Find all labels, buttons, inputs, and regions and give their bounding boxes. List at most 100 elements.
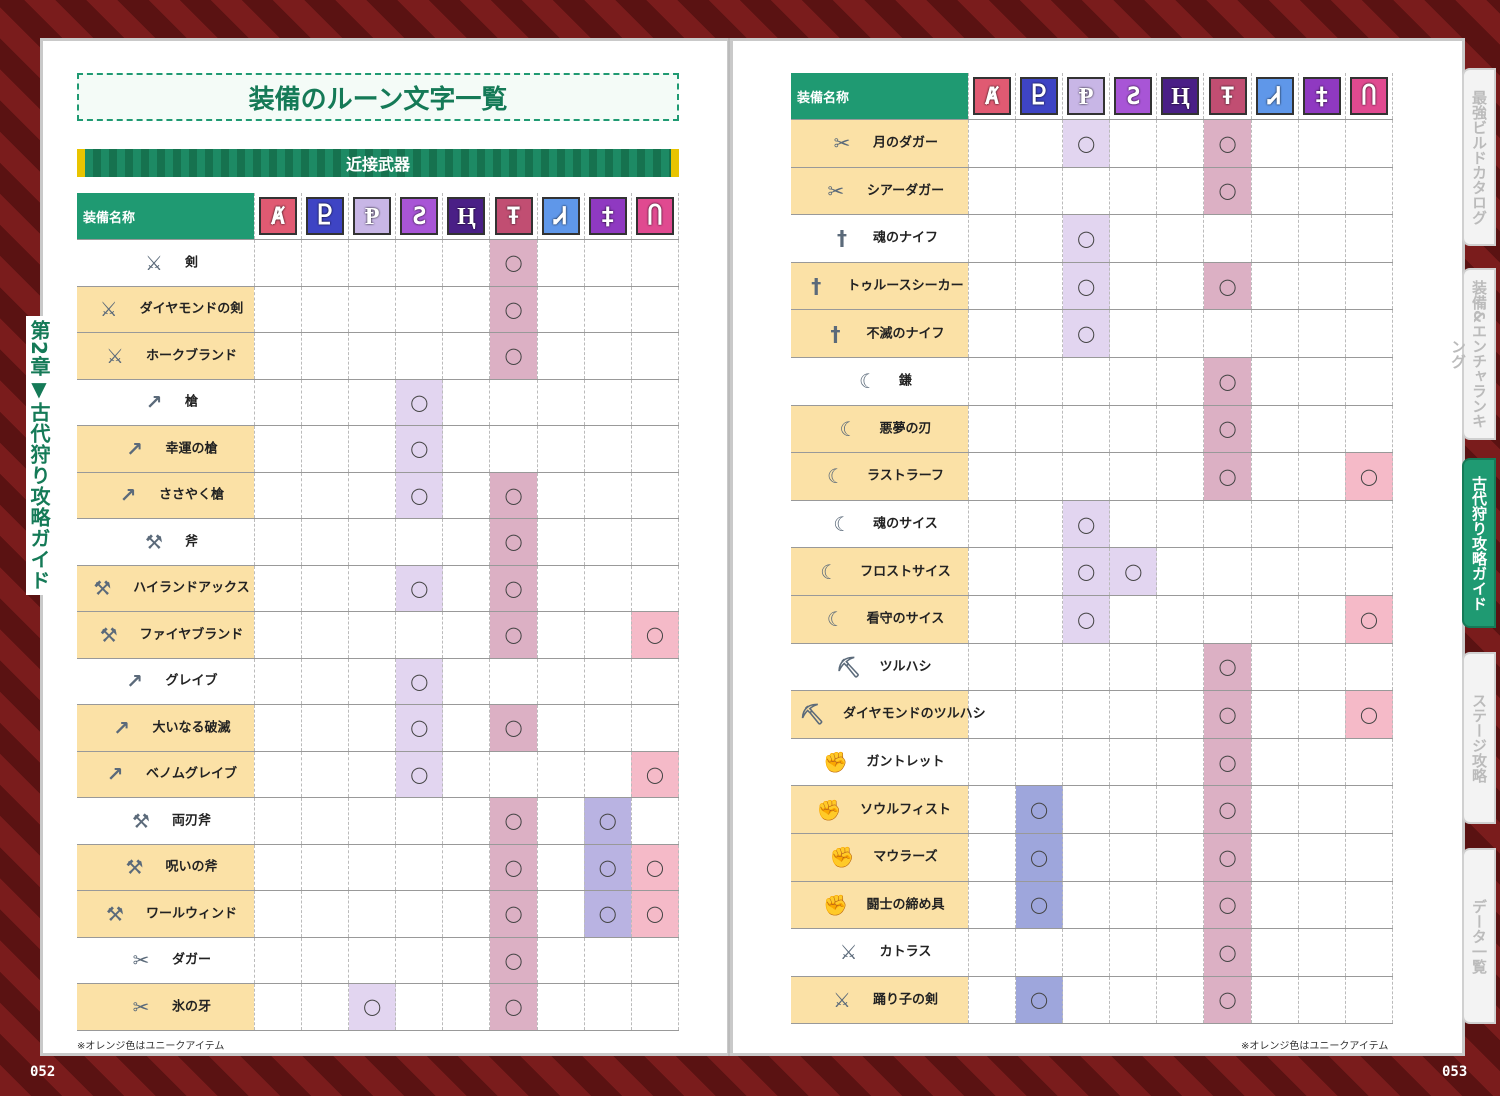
- page-number-right: 053: [1442, 1064, 1468, 1080]
- rune-mark-cell: [301, 611, 350, 659]
- rune-mark-cell: [301, 565, 350, 612]
- table-row: ✊ ソウルフィスト ◯ ◯: [791, 785, 1394, 834]
- weapon-icon: ⚔: [99, 297, 118, 322]
- rune-header-3: Ƨ: [395, 193, 444, 240]
- rune-mark-cell: [442, 425, 491, 473]
- rune-mark-cell: [1109, 833, 1158, 882]
- rune-mark-cell: [1109, 309, 1158, 358]
- rune-mark-cell: [348, 239, 397, 287]
- rune-mark-cell: [1251, 643, 1299, 692]
- rune-header-6: Ꮧ: [1251, 73, 1299, 120]
- table-row: ☾ 悪夢の刃 ◯: [791, 405, 1394, 454]
- rune-header-7: ‡: [1298, 73, 1346, 120]
- rune-mark-cell: [1298, 738, 1346, 787]
- rune-mark-cell: [395, 797, 444, 845]
- rune-mark-cell: [1109, 500, 1158, 549]
- rune-mark-cell: [1062, 405, 1111, 454]
- rune-mark-cell: [254, 751, 303, 798]
- rune-mark-cell: [254, 472, 303, 519]
- equipment-name-cell: ↗ ささやく槍: [77, 472, 255, 519]
- weapon-icon: ✂: [827, 178, 845, 203]
- table-row: ⚒ ハイランドアックス ◯ ◯: [77, 565, 680, 612]
- equipment-name-cell: ✊ ガントレット: [791, 738, 969, 787]
- equipment-name: カトラス: [879, 944, 932, 960]
- weapon-icon: ⚒: [93, 576, 112, 601]
- rune-mark-cell: [1062, 928, 1111, 977]
- weapon-icon: ☾: [826, 607, 845, 632]
- side-tab-4[interactable]: データ一覧: [1462, 848, 1496, 1024]
- rune-mark-cell: ◯: [1203, 881, 1252, 930]
- side-tab-3[interactable]: ステージ攻略: [1462, 652, 1496, 824]
- rune-icon: Ŧ: [494, 197, 533, 235]
- weapon-icon: ⚒: [125, 855, 144, 880]
- side-tab-0[interactable]: 最強ビルドカタログ: [1462, 68, 1496, 246]
- rune-mark-cell: ◯: [1062, 214, 1111, 263]
- rune-mark-cell: [395, 937, 444, 984]
- equipment-name: 看守のサイス: [866, 611, 945, 627]
- rune-mark-cell: [1298, 452, 1346, 501]
- equipment-name-cell: ↗ 大いなる破滅: [77, 704, 255, 752]
- table-row: † トゥルースシーカー ◯ ◯: [791, 262, 1394, 311]
- equipment-name: トゥルースシーカー: [847, 278, 964, 294]
- rune-mark-cell: [631, 379, 680, 426]
- rune-mark-cell: [1015, 452, 1064, 501]
- rune-mark-cell: [489, 379, 538, 426]
- equipment-name: 鎌: [898, 373, 912, 389]
- rune-mark-cell: ◯: [1203, 928, 1252, 977]
- table-row: ☾ ラストラーフ ◯ ◯: [791, 452, 1394, 501]
- rune-mark-cell: [1251, 595, 1299, 644]
- side-tab-2[interactable]: 古代狩り攻略ガイド: [1462, 458, 1496, 628]
- rune-mark-cell: [1015, 643, 1064, 692]
- rune-mark-cell: [254, 286, 303, 333]
- rune-mark-cell: [1156, 262, 1205, 311]
- rune-mark-cell: ◯: [489, 472, 538, 519]
- equipment-name: ホークブランド: [145, 348, 237, 364]
- rune-mark-cell: [1298, 309, 1346, 358]
- rune-mark-cell: [1156, 976, 1205, 1025]
- rune-header-1: Ⴒ: [301, 193, 350, 240]
- rune-mark-cell: [1345, 928, 1394, 977]
- rune-mark-cell: ◯: [1203, 738, 1252, 787]
- equipment-name: 踊り子の剣: [872, 992, 938, 1008]
- equipment-name-cell: ✂ シアーダガー: [791, 167, 969, 216]
- rune-mark-cell: [537, 658, 585, 705]
- rune-mark-cell: [1345, 785, 1394, 834]
- weapon-icon: ☾: [858, 369, 877, 394]
- side-tab-1[interactable]: 装備&エンチャランキング: [1449, 268, 1496, 440]
- rune-header-5: Ŧ: [1203, 73, 1252, 120]
- rune-mark-cell: [631, 425, 680, 473]
- rune-mark-cell: [537, 611, 585, 659]
- equipment-name-cell: ✂ 氷の牙: [77, 983, 255, 1031]
- equipment-name: グレイブ: [165, 673, 218, 689]
- rune-mark-cell: [301, 983, 350, 1031]
- rune-mark-cell: [584, 425, 632, 473]
- rune-mark-cell: [254, 797, 303, 845]
- equipment-name: ハイランドアックス: [133, 580, 250, 596]
- table-row: ↗ ベノムグレイブ ◯ ◯: [77, 751, 680, 798]
- equipment-name: ツルハシ: [879, 659, 932, 675]
- rune-mark-cell: [489, 425, 538, 473]
- rune-mark-cell: [348, 472, 397, 519]
- table-row: ⚔ カトラス ◯: [791, 928, 1394, 977]
- rune-mark-cell: [348, 332, 397, 380]
- equipment-name: ダガー: [171, 952, 211, 968]
- table-header-row: 装備名称 Ⱥ Ⴒ Ᵽ Ƨ Ⱨ Ŧ Ꮧ ‡ Ⴖ: [791, 73, 1394, 120]
- rune-mark-cell: [631, 704, 680, 752]
- rune-mark-cell: [1156, 738, 1205, 787]
- weapon-icon: ⚒: [131, 808, 150, 833]
- rune-mark-cell: [1156, 690, 1205, 739]
- rune-mark-cell: [348, 425, 397, 473]
- rune-mark-cell: [1156, 119, 1205, 168]
- rune-mark-cell: [1062, 833, 1111, 882]
- rune-mark-cell: [1109, 643, 1158, 692]
- rune-mark-cell: [968, 547, 1017, 596]
- equipment-name-cell: ⛏ ダイヤモンドのツルハシ: [791, 690, 986, 739]
- rune-mark-cell: [1156, 833, 1205, 882]
- rune-mark-cell: [584, 611, 632, 659]
- rune-mark-cell: ◯: [584, 890, 632, 938]
- rune-header-2: Ᵽ: [1062, 73, 1111, 120]
- rune-mark-cell: [537, 565, 585, 612]
- rune-mark-cell: ◯: [1015, 976, 1064, 1025]
- rune-mark-cell: ◯: [631, 844, 680, 891]
- rune-mark-cell: [1298, 976, 1346, 1025]
